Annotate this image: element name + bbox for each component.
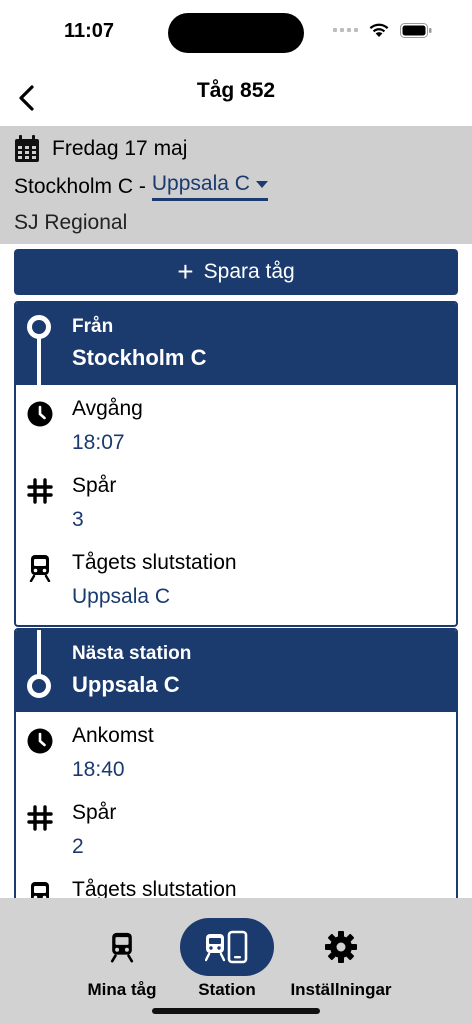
station-header: Nästa station Uppsala C <box>16 630 456 712</box>
detail-track: Spår 2 <box>16 789 456 866</box>
nav-bar: Tåg 852 <box>0 66 472 126</box>
tab-pill <box>75 918 169 976</box>
tab-station[interactable]: Station <box>167 918 287 1004</box>
save-train-label: Spara tåg <box>203 260 295 283</box>
tab-my-trains[interactable]: Mina tåg <box>62 918 182 1004</box>
clock-icon <box>26 400 54 428</box>
detail-arrival-time: Ankomst 18:40 <box>16 712 456 789</box>
calendar-icon <box>15 135 39 162</box>
detail-value: 3 <box>72 508 84 531</box>
tab-settings[interactable]: Inställningar <box>281 918 401 1004</box>
train-icon <box>110 932 134 963</box>
detail-departure-time: Avgång 18:07 <box>16 385 456 462</box>
detail-label: Tågets slutstation <box>72 551 237 574</box>
dynamic-island <box>168 13 304 53</box>
caret-down-icon <box>255 180 268 188</box>
train-icon <box>26 554 54 582</box>
status-time: 11:07 <box>64 20 115 42</box>
station-header-label: Från <box>72 316 114 337</box>
tab-label: Inställningar <box>290 980 392 999</box>
track-icon <box>26 804 54 832</box>
tab-label: Mina tåg <box>87 980 157 999</box>
detail-label: Ankomst <box>72 724 154 747</box>
detail-value: 18:40 <box>72 758 125 781</box>
detail-label: Avgång <box>72 397 143 420</box>
detail-value: 2 <box>72 835 84 858</box>
station-name: Stockholm C <box>72 345 207 370</box>
station-card-next: Nästa station Uppsala C Ankomst 18:40 Sp… <box>14 628 458 928</box>
home-indicator <box>152 1008 320 1014</box>
detail-label: Spår <box>72 474 117 497</box>
trip-destination: Uppsala C <box>151 172 250 195</box>
save-train-button[interactable]: + Spara tåg <box>14 249 458 295</box>
trip-date-row: Fredag 17 maj <box>14 135 187 163</box>
tab-pill <box>294 918 388 976</box>
destination-dropdown[interactable]: Uppsala C <box>151 172 268 201</box>
detail-value: 18:07 <box>72 431 125 454</box>
timeline-dot-icon <box>27 315 51 339</box>
track-icon <box>26 477 54 505</box>
gear-icon <box>325 931 357 963</box>
tab-pill <box>180 918 274 976</box>
detail-track: Spår 3 <box>16 462 456 539</box>
page-title: Tåg 852 <box>196 79 276 102</box>
tab-label: Station <box>198 980 256 999</box>
trip-origin: Stockholm C - <box>14 174 146 198</box>
trip-operator: SJ Regional <box>14 211 128 234</box>
signal-icon <box>333 28 358 32</box>
trip-date: Fredag 17 maj <box>52 137 188 160</box>
station-header-label: Nästa station <box>72 643 192 664</box>
timeline-dot-icon <box>27 674 51 698</box>
detail-label: Spår <box>72 801 117 824</box>
station-card-departure: Från Stockholm C Avgång 18:07 Spår 3 Tåg… <box>14 301 458 627</box>
trip-route: Stockholm C - Uppsala C <box>14 172 268 201</box>
clock-icon <box>26 727 54 755</box>
battery-icon <box>400 22 432 38</box>
station-name: Uppsala C <box>72 672 180 697</box>
plus-icon: + <box>177 256 194 287</box>
tab-bar: Mina tåg Station Inställningar <box>0 898 472 1024</box>
station-icon <box>205 930 248 964</box>
detail-value: Uppsala C <box>72 585 171 608</box>
status-icons <box>333 22 432 38</box>
wifi-icon <box>369 23 389 37</box>
trip-info: Fredag 17 maj Stockholm C - Uppsala C SJ… <box>0 126 472 244</box>
station-header: Från Stockholm C <box>16 303 456 385</box>
detail-terminus: Tågets slutstation Uppsala C <box>16 539 456 616</box>
status-bar: 11:07 <box>0 0 472 66</box>
